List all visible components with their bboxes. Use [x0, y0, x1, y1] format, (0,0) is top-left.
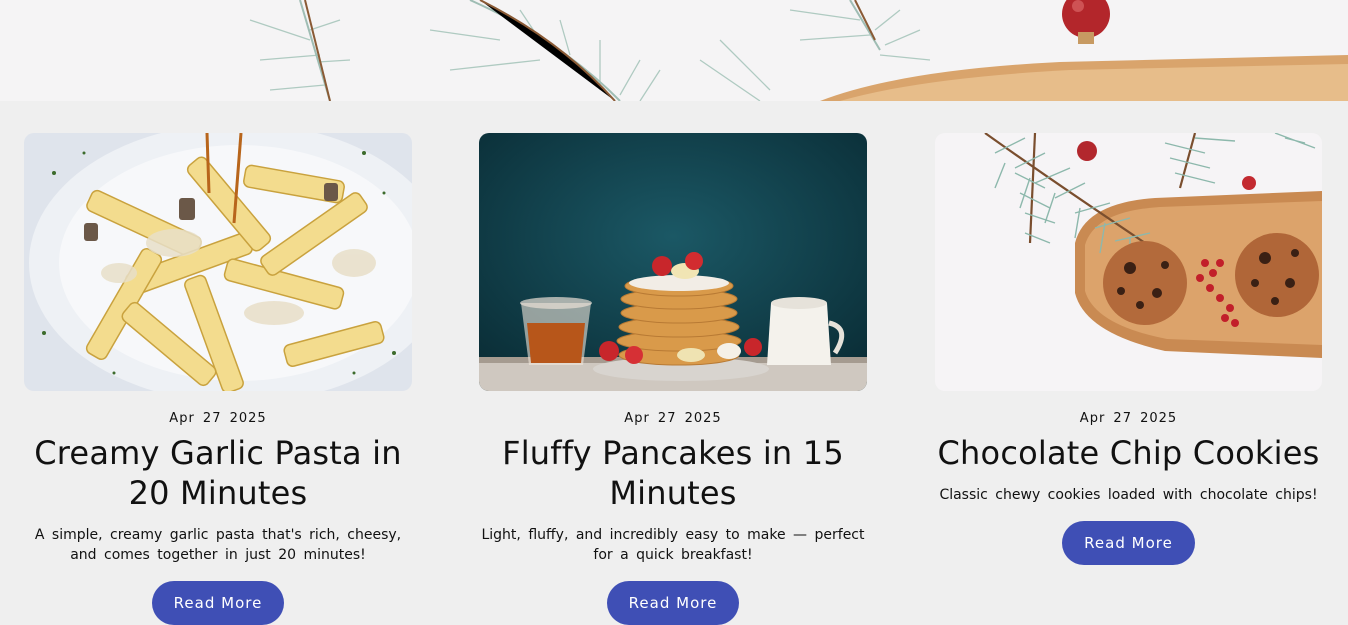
read-more-button[interactable]: Read More [151, 581, 285, 625]
post-title[interactable]: Chocolate Chip Cookies [935, 433, 1322, 473]
hero-banner-image [0, 0, 1348, 101]
hero-banner [0, 0, 1348, 101]
read-more-button[interactable]: Read More [606, 581, 740, 625]
post-description: Classic chewy cookies loaded with chocol… [939, 487, 1318, 503]
pancake-photo [479, 133, 867, 391]
post-date: Apr 27 2025 [624, 411, 722, 426]
recipe-card-list: Apr 27 2025 Creamy Garlic Pasta in 20 Mi… [0, 101, 1348, 625]
post-title[interactable]: Creamy Garlic Pasta in 20 Minutes [24, 433, 412, 513]
pasta-photo [24, 133, 412, 391]
cookies-photo [935, 133, 1322, 391]
read-more-button[interactable]: Read More [1062, 521, 1195, 565]
post-date: Apr 27 2025 [1079, 411, 1178, 426]
post-date: Apr 27 2025 [169, 411, 267, 426]
recipe-image[interactable] [24, 133, 412, 391]
recipe-card: Apr 27 2025 Chocolate Chip Cookies Class… [935, 133, 1322, 565]
recipe-image[interactable] [935, 133, 1322, 391]
post-description: A simple, creamy garlic pasta that's ric… [34, 527, 402, 563]
recipe-card: Apr 27 2025 Creamy Garlic Pasta in 20 Mi… [24, 133, 412, 625]
post-description: Light, fluffy, and incredibly easy to ma… [481, 527, 865, 563]
post-title[interactable]: Fluffy Pancakes in 15 Minutes [479, 433, 867, 513]
recipe-image[interactable] [479, 133, 867, 391]
recipe-card: Apr 27 2025 Fluffy Pancakes in 15 Minute… [479, 133, 867, 625]
